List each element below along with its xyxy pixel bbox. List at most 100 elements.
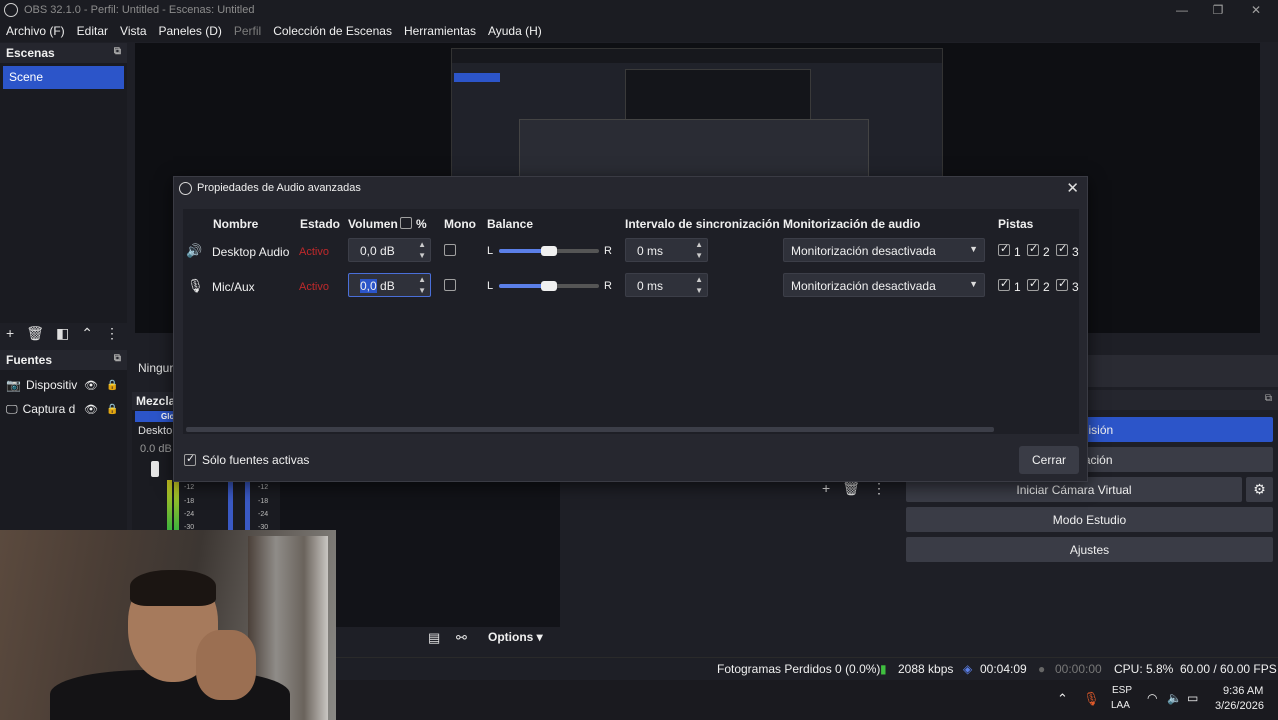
volume-spinbox[interactable]: 0,0 dB ▲ ▼	[348, 238, 431, 262]
close-window-button[interactable]: ✕	[1236, 0, 1276, 20]
mono-checkbox[interactable]	[444, 244, 456, 256]
chevron-up-icon[interactable]: ⌃	[1057, 691, 1068, 707]
chevron-up-icon[interactable]: ▲	[695, 240, 703, 249]
signal-icon: ▮	[880, 662, 887, 676]
sync-offset-spinbox[interactable]: 0 ms ▲ ▼	[625, 238, 708, 262]
menu-vista[interactable]: Vista	[120, 24, 146, 38]
chevron-up-icon[interactable]: ⌃	[81, 325, 93, 342]
chevron-down-icon[interactable]: ▼	[418, 251, 426, 260]
close-button[interactable]: Cerrar	[1019, 446, 1079, 474]
studio-mode-button[interactable]: Modo Estudio	[906, 507, 1273, 532]
menu-editar[interactable]: Editar	[77, 24, 108, 38]
language-bottom[interactable]: LAA	[1111, 700, 1130, 711]
menu-herramientas[interactable]: Herramientas	[404, 24, 476, 38]
chevron-down-icon[interactable]: ▼	[695, 251, 703, 260]
chevron-down-icon[interactable]: ▼	[418, 286, 426, 295]
source-name: Desktop Audio	[212, 245, 290, 259]
undock-icon[interactable]: ⧉	[114, 46, 121, 57]
settings-button[interactable]: Ajustes	[906, 537, 1273, 562]
undock-icon[interactable]: ⧉	[1265, 393, 1272, 404]
only-active-checkbox[interactable]	[184, 452, 196, 466]
volume-spinbox[interactable]: 0,0 dB ▲ ▼	[348, 273, 431, 297]
filter-icon[interactable]: ◧	[56, 325, 69, 342]
trash-icon[interactable]: 🗑	[842, 480, 860, 497]
more-icon[interactable]: ⋮	[872, 480, 886, 497]
add-icon[interactable]: +	[6, 325, 14, 341]
chevron-down-icon: ▾	[536, 630, 543, 644]
chevron-up-icon[interactable]: ▲	[418, 275, 426, 284]
menu-perfil[interactable]: Perfil	[234, 24, 261, 38]
menu-paneles[interactable]: Paneles (D)	[159, 24, 222, 38]
options-label: Options	[488, 630, 534, 644]
meter-scale-label: -24	[184, 511, 195, 518]
source-status: Activo	[299, 246, 329, 258]
monitoring-dropdown[interactable]: Monitorización desactivada ▼	[783, 238, 985, 262]
volume-unit: dB	[380, 279, 395, 293]
menu-archivo[interactable]: Archivo (F)	[6, 24, 65, 38]
dialog-title: Propiedades de Audio avanzadas	[197, 182, 361, 194]
more-icon[interactable]: ⋮	[105, 325, 119, 342]
chevron-up-icon[interactable]: ▲	[418, 240, 426, 249]
wifi-icon[interactable]: ◠	[1147, 691, 1157, 705]
track-3-checkbox[interactable]	[1056, 277, 1068, 291]
clock-time[interactable]: 9:36 AM	[1223, 685, 1263, 697]
volume-icon[interactable]: 🔈	[1167, 691, 1182, 705]
eye-icon[interactable]: 👁	[84, 379, 98, 392]
header-sync-offset: Intervalo de sincronización	[625, 217, 780, 231]
volume-percent-checkbox[interactable]	[400, 217, 412, 229]
monitoring-dropdown[interactable]: Monitorización desactivada ▼	[783, 273, 985, 297]
link-icon[interactable]: ⚯	[456, 630, 467, 646]
language-top[interactable]: ESP	[1112, 685, 1132, 696]
preview-mini-menubar	[452, 49, 942, 63]
close-icon[interactable]: ✕	[1066, 179, 1079, 197]
balance-slider-handle[interactable]	[541, 246, 557, 256]
chevron-down-icon[interactable]: ▼	[695, 286, 703, 295]
monitoring-value: Monitorización desactivada	[791, 244, 936, 258]
track-1-checkbox[interactable]	[998, 277, 1010, 291]
minimize-button[interactable]: —	[1162, 0, 1202, 20]
add-icon[interactable]: +	[822, 480, 830, 497]
speaker-icon: 🔊	[186, 243, 203, 258]
menu-coleccion-escenas[interactable]: Colección de Escenas	[273, 24, 392, 38]
source-item[interactable]: 📷 Dispositiv 👁 🔒	[6, 374, 118, 396]
lock-icon[interactable]: 🔒	[106, 380, 118, 391]
battery-icon[interactable]: ▭	[1187, 691, 1198, 705]
mixer-tab[interactable]: Glo	[135, 411, 175, 422]
layout-icon[interactable]: ▤	[428, 630, 440, 646]
lock-icon[interactable]: 🔒	[106, 404, 118, 415]
clock-date[interactable]: 3/26/2026	[1215, 700, 1264, 712]
trash-icon[interactable]: 🗑	[26, 325, 44, 342]
track-2-checkbox[interactable]	[1027, 277, 1039, 291]
mono-checkbox[interactable]	[444, 279, 456, 291]
header-percent: %	[416, 217, 427, 231]
volume-fader[interactable]	[151, 461, 159, 477]
maximize-button[interactable]: ❐	[1198, 0, 1238, 20]
menu-ayuda[interactable]: Ayuda (H)	[488, 24, 542, 38]
track-2-checkbox[interactable]	[1027, 242, 1039, 256]
dialog-titlebar: Propiedades de Audio avanzadas ✕	[174, 177, 1087, 199]
stream-time: 00:04:09	[980, 662, 1027, 676]
gear-icon[interactable]: ⚙	[1246, 477, 1273, 502]
balance-slider-handle[interactable]	[541, 281, 557, 291]
scene-item[interactable]: Scene	[3, 66, 124, 89]
chevron-up-icon[interactable]: ▲	[695, 275, 703, 284]
volume-value: 0,0 dB	[360, 279, 395, 293]
status-bar: Fotogramas Perdidos 0 (0.0%) ▮ 2088 kbps…	[335, 657, 1278, 679]
track-3-checkbox[interactable]	[1056, 242, 1068, 256]
only-active-sources-option[interactable]: Sólo fuentes activas	[184, 452, 309, 467]
preview-mini-scene	[454, 73, 500, 82]
track-2-label: 2	[1043, 245, 1050, 259]
audio-meter	[167, 480, 172, 530]
horizontal-scrollbar[interactable]	[186, 427, 994, 432]
sync-offset-value: 0 ms	[637, 244, 664, 258]
eye-icon[interactable]: 👁	[84, 403, 98, 416]
transitions-toolbar: + 🗑 ⋮	[822, 480, 886, 497]
obs-logo-icon	[4, 3, 18, 17]
sync-offset-spinbox[interactable]: 0 ms ▲ ▼	[625, 273, 708, 297]
options-button[interactable]: Options ▾	[488, 630, 543, 644]
undock-icon[interactable]: ⧉	[114, 353, 121, 364]
source-item[interactable]: 🖵 Captura d 👁 🔒	[6, 398, 118, 420]
microphone-icon[interactable]: 🎙	[1083, 691, 1100, 707]
track-1-checkbox[interactable]	[998, 242, 1010, 256]
sync-offset-value: 0 ms	[637, 279, 664, 293]
